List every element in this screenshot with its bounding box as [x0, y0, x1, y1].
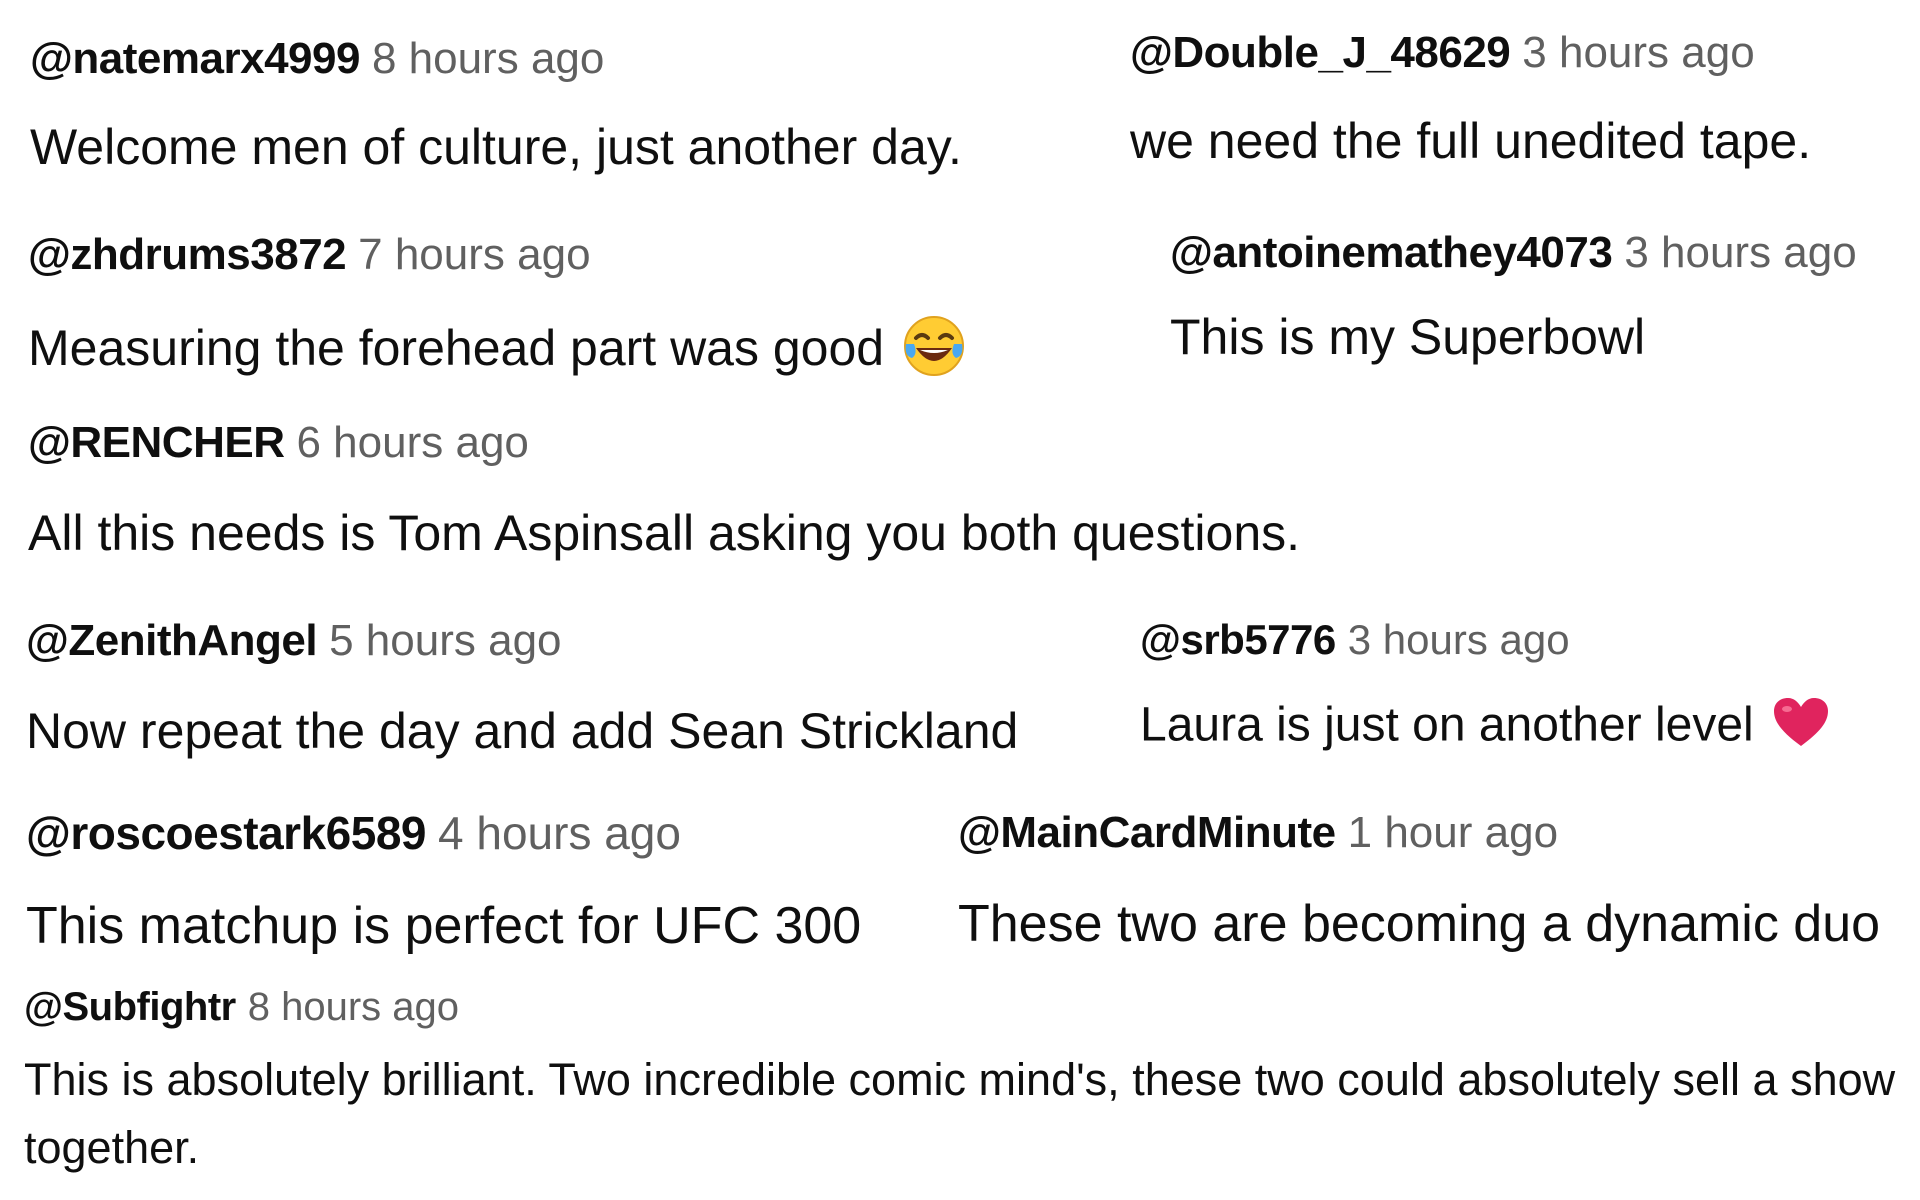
comment-antoinemathey4073: @antoinemathey4073 3 hours ago This is m…	[1170, 228, 1857, 366]
comment-author[interactable]: @Subfightr	[24, 985, 236, 1030]
comment-meta: @Double_J_48629 3 hours ago	[1130, 28, 1811, 78]
comment-srb5776: @srb5776 3 hours ago Laura is just on an…	[1140, 616, 1830, 760]
comment-timestamp[interactable]: 4 hours ago	[438, 806, 681, 860]
comment-timestamp[interactable]: 5 hours ago	[329, 616, 561, 666]
comment-collage: @natemarx4999 8 hours ago Welcome men of…	[0, 0, 1920, 1200]
comment-meta: @srb5776 3 hours ago	[1140, 616, 1830, 664]
comment-author[interactable]: @Double_J_48629	[1130, 28, 1511, 78]
comment-zenithangel: @ZenithAngel 5 hours ago Now repeat the …	[26, 616, 1018, 760]
comment-text: All this needs is Tom Aspinsall asking y…	[28, 505, 1301, 561]
comment-text: This is my Superbowl	[1170, 309, 1646, 365]
comment-text-body: Measuring the forehead part was good	[28, 320, 885, 377]
comment-meta: @Subfightr 8 hours ago	[24, 985, 1904, 1030]
comment-natemarx4999: @natemarx4999 8 hours ago Welcome men of…	[30, 34, 962, 176]
comment-author[interactable]: @RENCHER	[28, 418, 285, 468]
comment-timestamp[interactable]: 8 hours ago	[372, 34, 604, 84]
comment-meta: @antoinemathey4073 3 hours ago	[1170, 228, 1857, 278]
comment-text: Now repeat the day and add Sean Strickla…	[26, 703, 1019, 759]
comment-meta: @RENCHER 6 hours ago	[28, 418, 1300, 468]
comment-author[interactable]: @antoinemathey4073	[1170, 228, 1613, 278]
red-heart-emoji-icon	[1772, 696, 1830, 760]
comment-roscoestark6589: @roscoestark6589 4 hours ago This matchu…	[26, 806, 861, 956]
comment-rencher: @RENCHER 6 hours ago All this needs is T…	[28, 418, 1300, 562]
comment-author[interactable]: @zhdrums3872	[28, 230, 347, 280]
comment-author[interactable]: @natemarx4999	[30, 34, 360, 84]
comment-double-j-48629: @Double_J_48629 3 hours ago we need the …	[1130, 28, 1811, 170]
comment-subfightr: @Subfightr 8 hours ago This is absolutel…	[24, 985, 1904, 1182]
comment-text: Measuring the forehead part was good	[28, 314, 966, 390]
comment-author[interactable]: @MainCardMinute	[958, 808, 1336, 858]
comment-text: Laura is just on another level	[1140, 696, 1830, 760]
comment-zhdrums3872: @zhdrums3872 7 hours ago Measuring the f…	[28, 230, 966, 390]
comment-meta: @MainCardMinute 1 hour ago	[958, 808, 1880, 858]
comment-text-body: Laura is just on another level	[1140, 698, 1754, 752]
comment-meta: @roscoestark6589 4 hours ago	[26, 806, 861, 860]
comment-text: This matchup is perfect for UFC 300	[26, 897, 862, 955]
comment-timestamp[interactable]: 1 hour ago	[1348, 808, 1558, 858]
comment-author[interactable]: @roscoestark6589	[26, 806, 427, 860]
comment-timestamp[interactable]: 3 hours ago	[1522, 28, 1754, 78]
comment-text: we need the full unedited tape.	[1130, 113, 1812, 169]
laughing-tears-emoji-icon	[902, 314, 966, 390]
comment-meta: @ZenithAngel 5 hours ago	[26, 616, 1018, 666]
comment-maincardminute: @MainCardMinute 1 hour ago These two are…	[958, 808, 1880, 954]
comment-meta: @zhdrums3872 7 hours ago	[28, 230, 966, 280]
comment-timestamp[interactable]: 6 hours ago	[296, 418, 528, 468]
comment-timestamp[interactable]: 7 hours ago	[358, 230, 590, 280]
comment-timestamp[interactable]: 3 hours ago	[1624, 228, 1856, 278]
comment-text: This is absolutely brilliant. Two incred…	[24, 1054, 1896, 1173]
comment-author[interactable]: @ZenithAngel	[26, 616, 318, 666]
comment-text: These two are becoming a dynamic duo	[958, 895, 1881, 953]
comment-timestamp[interactable]: 3 hours ago	[1348, 616, 1570, 664]
comment-author[interactable]: @srb5776	[1140, 616, 1336, 664]
comment-text: Welcome men of culture, just another day…	[30, 119, 962, 175]
comment-timestamp[interactable]: 8 hours ago	[248, 985, 459, 1030]
comment-meta: @natemarx4999 8 hours ago	[30, 34, 962, 84]
